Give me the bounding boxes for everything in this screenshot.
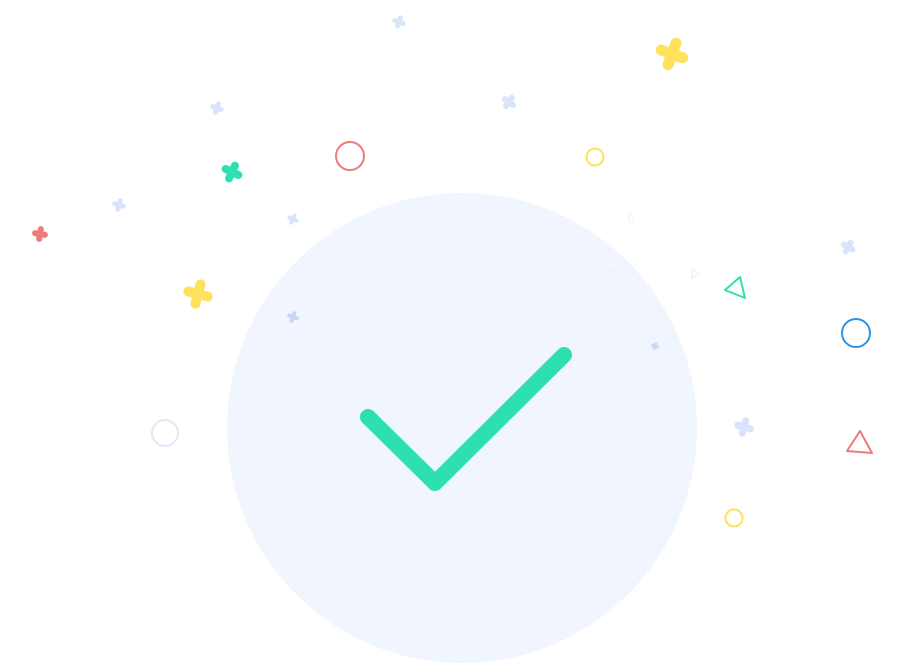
confetti-canvas — [32, 15, 873, 663]
sparkle-icon — [32, 226, 48, 242]
ring-icon — [628, 213, 634, 223]
ring-icon — [335, 141, 365, 171]
sparkle-icon — [210, 101, 224, 115]
sparkle-icon — [655, 37, 689, 71]
ring-icon — [585, 147, 605, 167]
triangle-icon — [846, 430, 873, 454]
success-illustration — [0, 0, 914, 671]
sparkle-icon — [734, 417, 754, 437]
ring-icon — [724, 508, 744, 528]
sparkle-icon — [392, 15, 406, 29]
sparkle-icon — [840, 239, 856, 255]
success-circle — [227, 193, 697, 663]
ring-icon — [151, 419, 179, 447]
ring-icon — [841, 318, 871, 348]
sparkle-icon — [287, 213, 299, 225]
triangle-icon — [724, 276, 746, 299]
sparkle-icon — [501, 94, 517, 110]
triangle-icon — [691, 268, 701, 279]
sparkle-icon — [183, 279, 213, 309]
sparkle-icon — [112, 198, 126, 212]
sparkle-icon — [221, 161, 243, 183]
